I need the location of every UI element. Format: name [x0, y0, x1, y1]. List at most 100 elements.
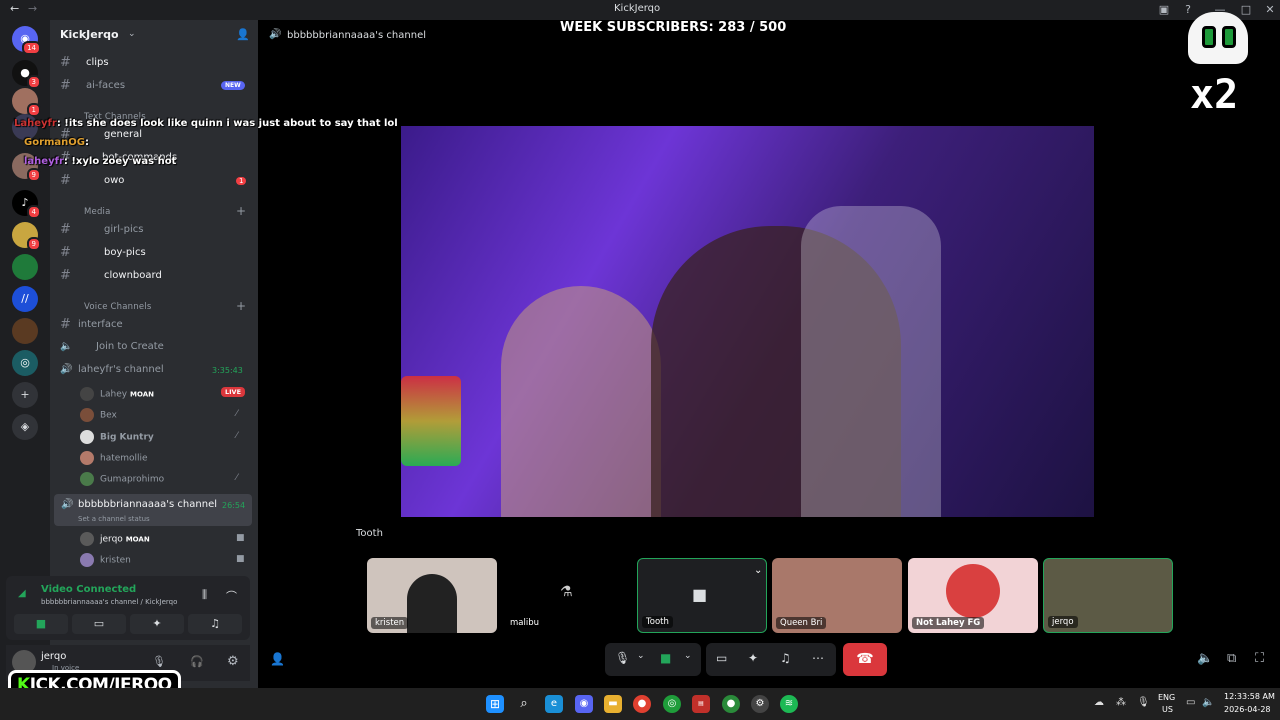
activities-icon[interactable]: ✦	[748, 651, 758, 665]
soundboard-button[interactable]: ♫	[188, 614, 242, 634]
camera-icon: ■	[35, 617, 47, 630]
channel-interface[interactable]: # interface	[56, 315, 252, 335]
server-avatar[interactable]: 9	[12, 222, 41, 251]
app-icon[interactable]: ◎	[663, 695, 681, 713]
search-icon[interactable]: ⌕	[515, 695, 533, 713]
tiktok-icon[interactable]: ♪ 4	[12, 190, 41, 219]
popout-icon[interactable]: ⧉	[1227, 651, 1236, 666]
avatar	[80, 430, 94, 444]
invite-to-voice-icon[interactable]: 👤	[270, 652, 285, 666]
voice-user[interactable]: Gumaprohimo	[80, 472, 164, 486]
activities-button[interactable]: ✦	[130, 614, 184, 634]
camera-icon[interactable]: ■	[660, 651, 671, 665]
chevron-down-icon[interactable]: ⌄	[637, 651, 645, 661]
voice-user[interactable]: Big Kuntry	[80, 430, 154, 444]
more-options-icon[interactable]: ⋯	[812, 651, 824, 665]
channel-name[interactable]: bbbbbbriannaaaa's channel	[78, 499, 217, 510]
participant-tile[interactable]: ⚗ malibu	[502, 558, 632, 633]
app-icon[interactable]: ▤	[692, 695, 710, 713]
chevron-down-icon[interactable]: ⌄	[128, 29, 136, 39]
screen-share-button[interactable]: ▭	[72, 614, 126, 634]
voice-user[interactable]: Bex	[80, 408, 117, 422]
participant-tile[interactable]: kristen	[367, 558, 497, 633]
server-avatar[interactable]	[12, 318, 38, 344]
tray-app-icon[interactable]: ⁂	[1116, 697, 1126, 708]
clock-time[interactable]: 12:33:58 AM	[1224, 692, 1275, 701]
microphone-icon[interactable]: 🎙	[152, 655, 166, 668]
add-server-icon[interactable]: +	[12, 382, 38, 408]
language-indicator[interactable]: ENG	[1158, 693, 1175, 702]
noise-suppression-icon[interactable]: ⫼	[202, 588, 207, 602]
rgb-lamp	[401, 376, 461, 466]
server-avatar[interactable]: 1	[12, 88, 41, 117]
category-voice-channels[interactable]: Voice Channels	[84, 302, 151, 312]
inbox-icon[interactable]: ▣	[1156, 3, 1172, 17]
channel-boy-pics[interactable]: # boy-pics	[56, 243, 252, 263]
chrome-icon[interactable]: ●	[722, 695, 740, 713]
back-arrow-icon[interactable]: ←	[10, 2, 19, 15]
participant-tile[interactable]: jerqo	[1043, 558, 1173, 633]
volume-icon[interactable]: 🔈	[1197, 651, 1213, 666]
region-indicator[interactable]: US	[1162, 705, 1173, 714]
camera-button[interactable]: ■	[14, 614, 68, 634]
soundboard-icon[interactable]: ♫	[780, 651, 791, 665]
participant-tile[interactable]: ■ ⌄ 👥 Tooth	[637, 558, 767, 633]
discord-home-icon[interactable]: ◉ 14	[12, 26, 41, 55]
invite-icon[interactable]: 👤	[236, 28, 250, 41]
server-avatar[interactable]: ◎	[12, 350, 38, 376]
discord-icon[interactable]: ◉	[575, 695, 593, 713]
volume-icon[interactable]: 🔈	[1202, 697, 1214, 708]
channel-girl-pics[interactable]: # girl-pics	[56, 220, 252, 240]
focused-participant-label: Tooth	[356, 528, 383, 539]
screen-share-icon[interactable]: ▭	[716, 651, 727, 665]
tray-cloud-icon[interactable]: ☁	[1094, 697, 1104, 708]
channel-clownboard[interactable]: # clownboard	[56, 266, 252, 286]
chat-message: laheyfr: !xylo zoey was hot	[24, 156, 177, 167]
app-icon[interactable]: ⚙	[751, 695, 769, 713]
server-avatar[interactable]	[12, 254, 38, 280]
add-channel-icon[interactable]: +	[236, 299, 246, 313]
signal-icon[interactable]: ◢	[18, 588, 26, 599]
clock-date[interactable]: 2026-04-28	[1224, 705, 1271, 714]
windows-start-icon[interactable]: ⊞	[486, 695, 504, 713]
disconnect-icon[interactable]: ⌒	[226, 588, 237, 604]
spotify-icon[interactable]: ≋	[780, 695, 798, 713]
edge-icon[interactable]: e	[545, 695, 563, 713]
current-username[interactable]: jerqo	[41, 651, 66, 662]
voice-user[interactable]: kristen	[80, 553, 131, 567]
server-avatar[interactable]: //	[12, 286, 38, 312]
voice-channel-path[interactable]: bbbbbbriannaaaa's channel / KickJerqo	[41, 598, 177, 606]
voice-status[interactable]: Video Connected	[41, 584, 136, 595]
disconnect-call-button[interactable]: ☎	[843, 643, 887, 676]
fullscreen-icon[interactable]: ⛶	[1255, 651, 1264, 666]
category-media[interactable]: Media	[84, 207, 111, 217]
network-icon[interactable]: ▭	[1186, 697, 1195, 708]
close-icon[interactable]: ✕	[1262, 3, 1278, 17]
add-channel-icon[interactable]: +	[236, 204, 246, 218]
chrome-icon[interactable]: ●	[633, 695, 651, 713]
channel-status[interactable]: Set a channel status	[78, 515, 150, 523]
discover-icon[interactable]: ◈	[12, 414, 38, 440]
participant-tile[interactable]: Not Lahey FG	[908, 558, 1038, 633]
settings-gear-icon[interactable]: ⚙	[227, 654, 239, 669]
microphone-icon[interactable]: 🎙	[615, 651, 630, 665]
voice-user[interactable]: hatemollie	[80, 451, 148, 465]
server-name[interactable]: KickJerqo	[60, 28, 119, 41]
voice-user[interactable]: Lahey MOAN	[80, 387, 154, 401]
chevron-down-icon[interactable]: ⌄	[684, 651, 692, 661]
tray-mic-icon[interactable]: 🎙	[1137, 697, 1150, 708]
phone-hangup-icon: ☎	[856, 651, 874, 667]
channel-owo[interactable]: # owo	[56, 171, 252, 191]
server-avatar[interactable]: ● 3	[12, 60, 41, 89]
forward-arrow-icon[interactable]: →	[28, 2, 37, 15]
channel-join-to-create[interactable]: 🔈 Join to Create	[56, 337, 252, 357]
video-icon: ■	[236, 554, 245, 564]
file-explorer-icon[interactable]: ▬	[604, 695, 622, 713]
voice-user[interactable]: jerqo MOAN	[80, 532, 150, 546]
chevron-down-icon: ⌄	[754, 565, 763, 576]
channel-clips[interactable]: # clips	[56, 53, 252, 73]
stage-channel-name: bbbbbbriannaaaa's channel	[287, 30, 426, 41]
focused-video-stream[interactable]	[401, 126, 1094, 517]
headphones-icon[interactable]: 🎧	[190, 655, 204, 668]
participant-tile[interactable]: Queen Bri	[772, 558, 902, 633]
